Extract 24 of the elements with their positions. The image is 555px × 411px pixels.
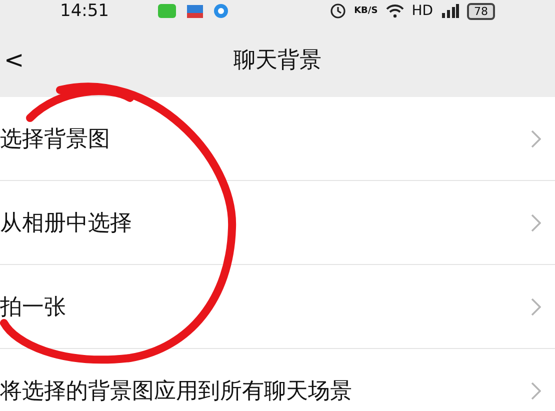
- app-icon: [157, 3, 177, 19]
- menu-item-label: 选择背景图: [0, 126, 110, 154]
- alarm-icon: [330, 3, 346, 19]
- menu-item-label: 拍一张: [0, 294, 66, 322]
- chevron-icon: [531, 214, 541, 232]
- back-button[interactable]: <: [0, 46, 28, 74]
- app-icon: [213, 3, 229, 19]
- chevron-icon: [531, 298, 541, 316]
- menu-item[interactable]: 将选择的背景图应用到所有聊天场景: [0, 349, 555, 411]
- signal-icon: [441, 4, 459, 18]
- status-time: 14:51: [60, 1, 109, 21]
- menu-item[interactable]: 拍一张: [0, 265, 555, 349]
- menu-item-label: 将选择的背景图应用到所有聊天场景: [0, 378, 352, 406]
- speed-unit: KB/S: [354, 6, 378, 16]
- chevron-icon: [531, 130, 541, 148]
- app-icon: [185, 3, 205, 19]
- wifi-icon: [386, 4, 404, 18]
- chevron-icon: [531, 382, 541, 400]
- menu-item[interactable]: 选择背景图: [0, 97, 555, 181]
- menu-item[interactable]: 从相册中选择: [0, 181, 555, 265]
- page-title: 聊天背景: [234, 46, 322, 74]
- network-label: HD: [412, 3, 433, 19]
- menu-item-label: 从相册中选择: [0, 210, 132, 238]
- battery-level: 78: [467, 2, 495, 20]
